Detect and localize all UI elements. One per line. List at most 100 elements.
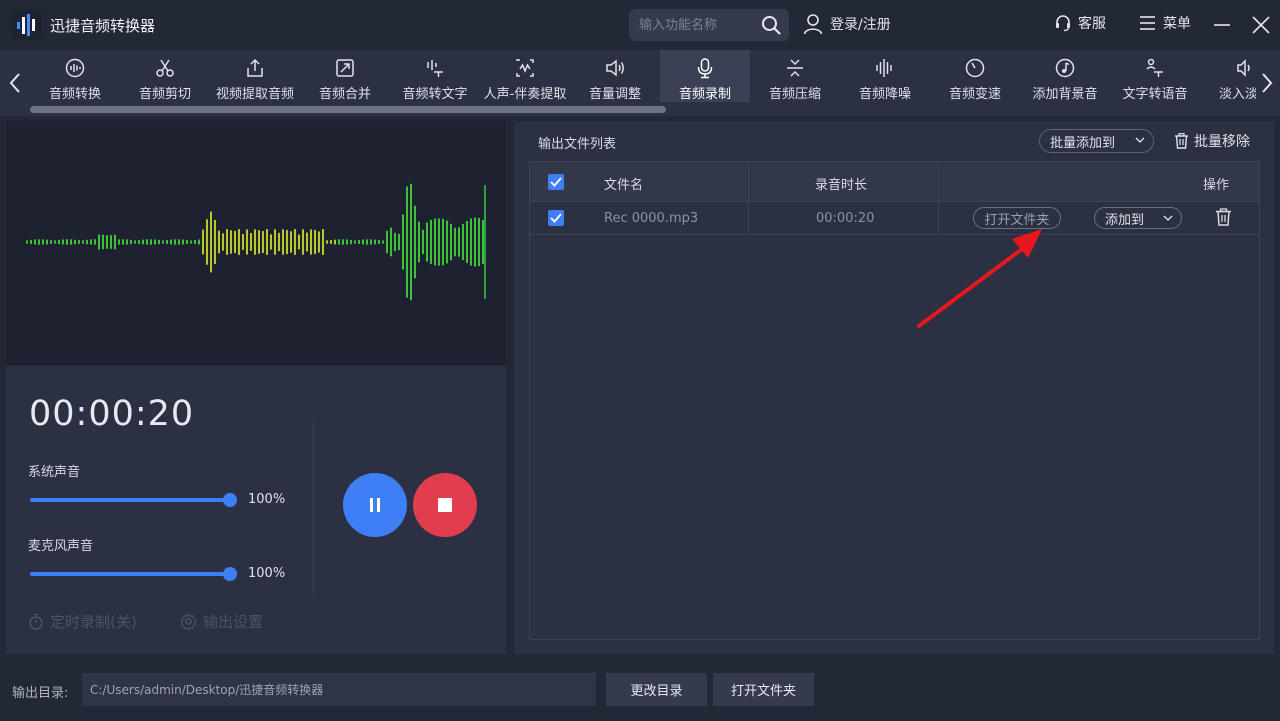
stop-icon	[438, 498, 452, 512]
batch-remove-button[interactable]: 批量移除	[1174, 131, 1250, 151]
music-note-icon	[1055, 58, 1075, 78]
column-header-duration: 录音时长	[815, 178, 868, 193]
system-sound-label: 系统声音	[28, 465, 81, 480]
row-checkbox[interactable]	[548, 210, 564, 226]
file-list-title: 输出文件列表	[538, 137, 617, 152]
function-search-box	[629, 9, 789, 41]
tool-label: 添加背景音	[1032, 87, 1098, 102]
timed-recording-option[interactable]: 定时录制(关)	[28, 611, 137, 632]
audio-to-text-icon	[427, 60, 443, 77]
file-duration: 00:00:20	[816, 211, 875, 226]
compress-icon	[787, 59, 803, 77]
function-search-input[interactable]	[639, 9, 754, 41]
tool-label: 音量调整	[588, 87, 641, 102]
checkmark-icon	[550, 177, 562, 187]
audio-convert-icon	[65, 58, 85, 78]
tool-fade[interactable]: 淡入淡出	[1200, 50, 1256, 102]
tool-label: 淡入淡出	[1218, 87, 1256, 102]
menu-label: 菜单	[1163, 16, 1191, 32]
scroll-right-arrow-icon[interactable]	[1258, 70, 1276, 96]
tool-bar: 音频转换 音频剪切 视频提取音频 音频合并 音频转文字 人声-伴奏提取 音量调整 音频录制 音频…	[0, 50, 1280, 116]
scroll-left-arrow-icon[interactable]	[6, 70, 24, 96]
scissors-icon	[156, 59, 174, 77]
file-table: 文件名 录音时长 操作 Rec 0000.mp3 00:00:20 打开文件夹 …	[529, 161, 1260, 640]
pause-button[interactable]	[343, 473, 407, 537]
tools-row: 音频转换 音频剪切 视频提取音频 音频合并 音频转文字 人声-伴奏提取 音量调整 音频录制 音频…	[30, 50, 1256, 102]
tool-label: 音频合并	[318, 87, 371, 102]
menu-button[interactable]: 菜单	[1139, 13, 1191, 33]
speed-icon	[965, 58, 985, 78]
column-header-filename: 文件名	[604, 178, 644, 193]
add-to-label: 添加到	[1105, 212, 1145, 228]
tool-merge[interactable]: 音频合并	[300, 50, 390, 102]
tool-audio-convert[interactable]: 音频转换	[30, 50, 120, 102]
merge-icon	[336, 59, 354, 77]
microphone-volume-slider[interactable]	[30, 566, 237, 582]
select-all-checkbox[interactable]	[548, 174, 564, 190]
tool-denoise[interactable]: 音频降噪	[840, 50, 930, 102]
microphone-sound-label: 麦克风声音	[28, 539, 94, 554]
tool-microphone[interactable]: 音频录制	[660, 50, 750, 102]
controls-divider	[313, 418, 314, 594]
output-settings-label: 输出设置	[203, 613, 264, 631]
tool-label: 音频录制	[678, 87, 731, 102]
login-label: 登录/注册	[830, 17, 891, 33]
chevron-down-icon	[1135, 137, 1145, 143]
slider-thumb[interactable]	[223, 493, 237, 507]
minimize-icon[interactable]	[1211, 14, 1233, 36]
hamburger-menu-icon	[1140, 16, 1155, 30]
add-to-dropdown[interactable]: 添加到	[1094, 207, 1182, 229]
close-icon[interactable]	[1250, 14, 1272, 36]
customer-service-button[interactable]: 客服	[1055, 13, 1106, 33]
microphone-icon	[697, 58, 713, 79]
vocal-extract-icon	[516, 59, 534, 77]
annotation-arrow	[917, 229, 1042, 328]
tool-volume[interactable]: 音量调整	[570, 50, 660, 102]
batch-add-to-dropdown[interactable]: 批量添加到	[1039, 129, 1154, 153]
delete-row-trash-icon[interactable]	[1215, 208, 1232, 226]
pause-icon	[370, 498, 380, 512]
open-output-folder-button[interactable]: 打开文件夹	[713, 673, 814, 706]
file-name: Rec 0000.mp3	[604, 211, 699, 226]
tool-audio-to-text[interactable]: 音频转文字	[390, 50, 480, 102]
fade-icon	[1237, 59, 1250, 77]
upload-icon	[247, 58, 263, 77]
tool-label: 音频降噪	[858, 87, 911, 102]
column-header-actions: 操作	[1203, 178, 1230, 193]
user-icon	[803, 14, 823, 35]
stop-button[interactable]	[413, 473, 477, 537]
tool-vocal-extract[interactable]: 人声-伴奏提取	[480, 50, 570, 102]
output-settings-option[interactable]: 输出设置	[180, 611, 263, 632]
tool-text-to-speech[interactable]: 文字转语音	[1110, 50, 1200, 102]
checkmark-icon	[550, 213, 562, 223]
tool-upload[interactable]: 视频提取音频	[210, 50, 300, 102]
waveform-visualization	[26, 183, 486, 301]
login-button[interactable]: 登录/注册	[803, 13, 891, 35]
change-directory-button[interactable]: 更改目录	[606, 673, 707, 706]
system-volume-slider[interactable]	[30, 492, 237, 508]
trash-icon	[1175, 133, 1188, 149]
tool-label: 音频变速	[948, 87, 1001, 102]
customer-service-label: 客服	[1078, 16, 1106, 32]
title-bar: 迅捷音频转换器 登录/注册 客服 菜单	[0, 0, 1280, 50]
batch-add-label: 批量添加到	[1050, 135, 1116, 151]
tools-scrollbar[interactable]	[30, 106, 666, 113]
tool-label: 视频提取音频	[215, 87, 294, 102]
timed-recording-label: 定时录制(关)	[50, 613, 137, 631]
tool-label: 音频转换	[48, 87, 101, 102]
slider-fill	[30, 498, 230, 502]
text-to-speech-icon	[1146, 58, 1163, 77]
slider-fill	[30, 572, 230, 576]
tool-scissors[interactable]: 音频剪切	[120, 50, 210, 102]
waveform-display	[6, 121, 506, 365]
tool-compress[interactable]: 音频压缩	[750, 50, 840, 102]
tool-music-note[interactable]: 添加背景音	[1020, 50, 1110, 102]
tool-speed[interactable]: 音频变速	[930, 50, 1020, 102]
search-icon[interactable]	[761, 15, 781, 35]
output-directory-label: 输出目录:	[12, 686, 69, 701]
output-path-field[interactable]	[82, 673, 596, 706]
microphone-volume-value: 100%	[248, 566, 286, 581]
recorder-panel: 00:00:20 系统声音 100% 麦克风声音 100% 定时录制(关) 输出…	[6, 366, 506, 654]
slider-thumb[interactable]	[223, 567, 237, 581]
table-row[interactable]: Rec 0000.mp3 00:00:20 打开文件夹 添加到	[530, 202, 1259, 235]
